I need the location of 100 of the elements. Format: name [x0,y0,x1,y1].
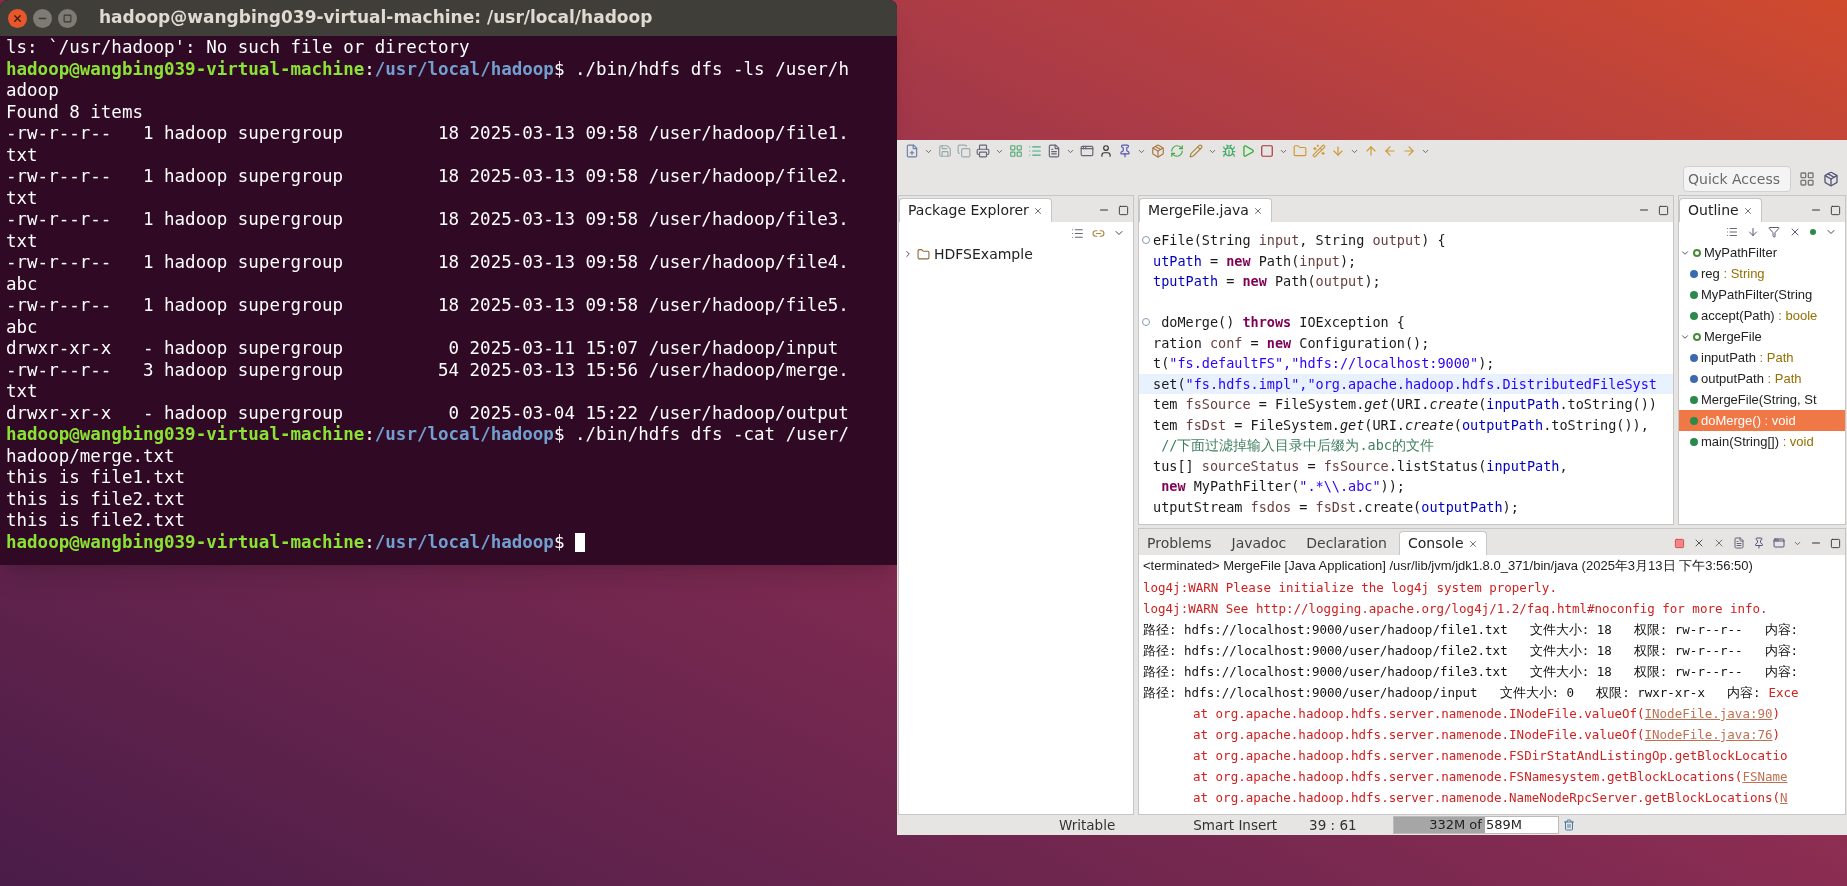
member-icon [1690,437,1698,446]
folder-icon[interactable] [1293,144,1307,158]
console-text: 文件大小: 18 [1529,621,1612,639]
copy-icon[interactable] [957,144,971,158]
view-tab[interactable]: Declaration [1298,531,1395,555]
member-icon [1693,248,1701,257]
pin-icon[interactable] [1118,144,1132,158]
hide-fields-icon[interactable] [1789,226,1801,238]
stack-trace-line: at org.apache.hadoop.hdfs.server.namenode.FSNamesystem.getBlockLocations(FSName [1192,768,1788,786]
printer-icon[interactable] [976,144,990,158]
terminal-line: -rw-r--r-- 1 hadoop supergroup 18 2025-03-13 09:58 /user/hadoop/file3. [6,209,849,231]
member-icon [1690,353,1698,362]
status-text: Smart Insert [1193,815,1278,835]
code-line: //下面过滤掉输入目录中后缀为.abc的文件 [1160,436,1434,455]
perspective-icon[interactable] [1823,170,1839,187]
code-line: tputPath = new Path(output); [1153,272,1381,291]
collapse-all-icon[interactable] [1071,226,1084,240]
view-tab[interactable]: MergeFile.java [1139,198,1272,222]
grid-icon[interactable] [1009,144,1023,158]
window-icon[interactable] [1080,144,1094,158]
stack-trace-line: at org.apache.hadoop.hdfs.server.namenode.FSDirStatAndListingOp.getBlockLocatio [1192,747,1788,765]
clear-console-icon[interactable] [1733,537,1745,549]
outline-item[interactable]: reg : String [1679,263,1845,284]
memory-text: 332M of 589M [1429,816,1523,835]
view-tab[interactable]: Problems [1139,531,1220,555]
maximize-icon[interactable] [1830,204,1841,216]
terminal-line: this is file2.txt [6,488,186,510]
close-icon[interactable] [1032,205,1043,216]
code-line: doMerge() throws IOException { [1160,313,1405,332]
maximize-icon[interactable] [1118,204,1129,216]
member-icon [1693,332,1701,341]
maximize-icon[interactable] [1830,537,1841,549]
remove-all-icon[interactable] [1713,537,1725,549]
console-text: 路径: hdfs://localhost:9000/user/hadoop/file1.txt [1143,621,1508,639]
bug-icon[interactable] [1222,144,1236,158]
outline-item[interactable]: MergeFile(String, St [1679,389,1845,410]
view-tab[interactable]: Console [1399,531,1487,555]
outline-item[interactable]: main(String[]) : void [1679,431,1845,452]
console-text: 内容: [1764,621,1799,639]
arrow-up-icon[interactable] [1364,144,1378,158]
display-console-icon[interactable] [1773,537,1785,549]
expand-icon[interactable] [903,249,913,259]
list-icon[interactable] [1028,144,1042,158]
remove-launch-icon[interactable] [1693,537,1705,549]
close-button[interactable] [8,8,27,28]
package-icon[interactable] [1151,144,1165,158]
outline-item[interactable]: accept(Path) : boole [1679,305,1845,326]
status-text: 39 : 61 [1309,815,1357,835]
code-line: tem fsSource = FileSystem.get(URI.create(inputPath.toString()) [1153,395,1657,414]
wand-icon[interactable] [1312,144,1326,158]
view-tab[interactable]: Javadoc [1223,531,1295,555]
close-icon[interactable] [1742,205,1753,216]
garbage-collect-icon[interactable] [1562,819,1575,831]
terminal-line: txt [6,230,38,252]
filter-icon[interactable] [1768,226,1780,238]
outline-item[interactable]: inputPath : Path [1679,347,1845,368]
terminal-line: this is file2.txt [6,510,186,532]
pencil-icon[interactable] [1189,144,1203,158]
code-line: utPath = new Path(input); [1153,251,1357,271]
new-file-icon[interactable] [905,144,919,158]
collapse-all-icon[interactable] [1726,226,1738,238]
stop-icon[interactable] [1260,144,1274,158]
sort-icon[interactable] [1747,226,1759,238]
prompt-line: hadoop@wangbing039-virtual-machine:/usr/local/hadoop$ ./bin/hdfs dfs -ls /user/h [6,58,850,80]
view-tab[interactable]: Outline [1679,198,1762,222]
project-item[interactable]: HDFSExample [899,244,1037,264]
console-text: 内容: [1764,642,1799,660]
console-text: 权限: rw-r--r-- [1633,621,1743,639]
user-icon[interactable] [1099,144,1113,158]
code-line: t("fs.defaultFS","hdfs://localhost:9000"); [1153,354,1495,373]
console-error-text: Exce [1768,684,1799,702]
terminal-line: adoop [6,80,59,102]
minimize-button[interactable] [33,8,52,28]
save-icon[interactable] [938,144,952,158]
outline-item[interactable]: MyPathFilter [1679,242,1845,263]
maximize-icon[interactable] [1658,204,1669,216]
stack-trace-line: at org.apache.hadoop.hdfs.server.namenode.INodeFile.valueOf(INodeFile.java:76) [1192,726,1780,744]
document-icon[interactable] [1047,144,1061,158]
view-tab[interactable]: Package Explorer [899,198,1052,222]
close-icon[interactable] [1252,205,1263,216]
terminal-line: Found 8 items [6,101,143,123]
member-icon [1690,374,1698,383]
pin-icon[interactable] [1753,537,1765,549]
quick-access-field[interactable]: Quick Access [1683,165,1791,192]
terminate-icon[interactable] [1674,537,1685,549]
console-text: 路径: hdfs://localhost:9000/user/hadoop/file3.txt [1143,663,1508,681]
outline-item[interactable]: MyPathFilter(String [1679,284,1845,305]
terminal-line: abc [6,316,38,338]
outline-item[interactable]: MergeFile [1679,326,1845,347]
console-text: 文件大小: 18 [1529,642,1612,660]
console-text: 路径: hdfs://localhost:9000/user/hadoop/input [1143,684,1478,702]
open-perspective-icon[interactable] [1799,170,1815,187]
console-text: 权限: rwxr-xr-x [1596,684,1705,702]
outline-item[interactable]: outputPath : Path [1679,368,1845,389]
play-icon[interactable] [1241,144,1255,158]
refresh-icon[interactable] [1170,144,1184,158]
arrow-down-icon[interactable] [1331,144,1345,158]
close-icon[interactable] [1467,538,1478,549]
maximize-button[interactable] [58,8,77,28]
close-icon [12,12,23,24]
